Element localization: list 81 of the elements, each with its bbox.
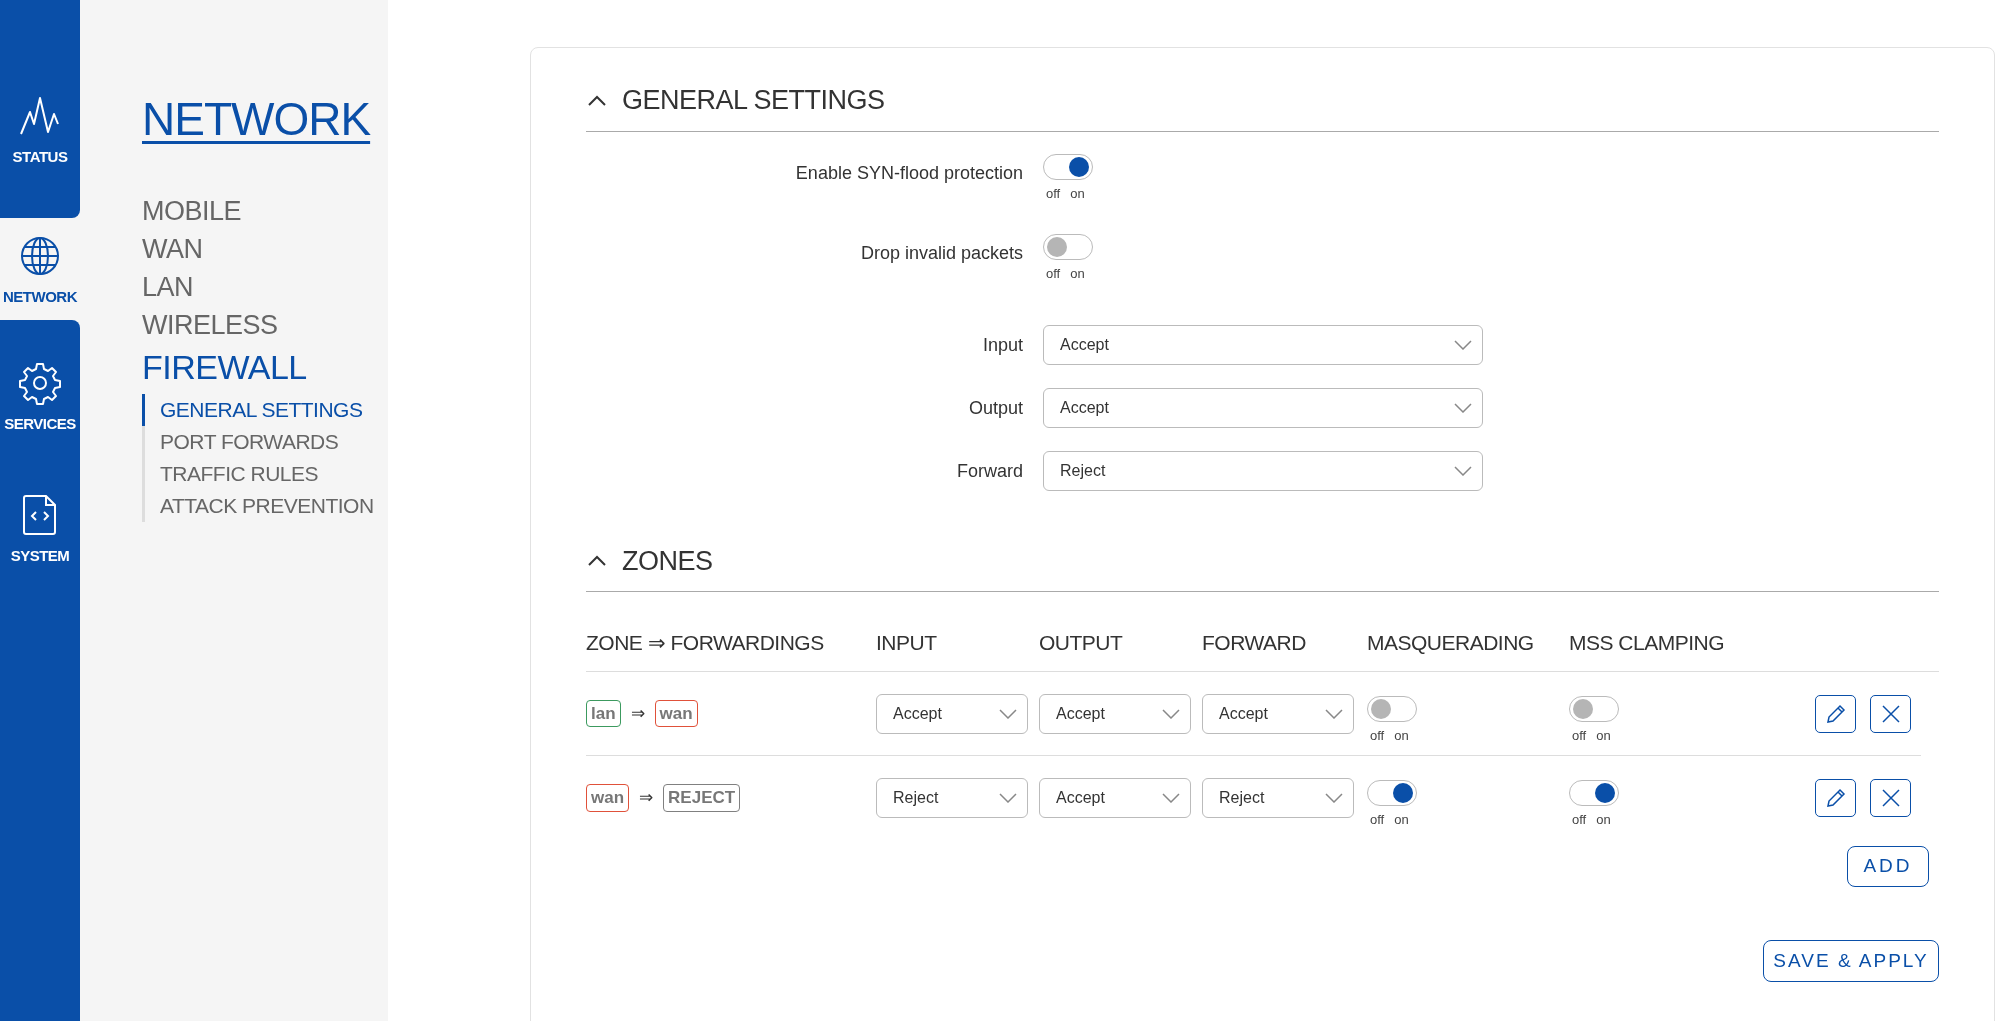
- chevron-down-icon: [999, 793, 1017, 803]
- chevron-down-icon: [1162, 793, 1180, 803]
- field-label: Output: [967, 396, 1024, 420]
- dropdown-select[interactable]: Accept: [1043, 325, 1483, 365]
- chevron-down-icon: [1325, 793, 1343, 803]
- section-title: ZONES: [622, 544, 713, 578]
- chevron-down-icon: [999, 708, 1017, 719]
- sidebar-subitem[interactable]: PORT FORWARDS: [142, 426, 388, 458]
- close-icon: [1880, 703, 1901, 724]
- off-label: off: [1046, 264, 1061, 283]
- off-label: off: [1046, 184, 1061, 203]
- toggle-switch[interactable]: [1569, 695, 1619, 722]
- chevron-down-icon: [1162, 708, 1180, 719]
- edit-button[interactable]: [1815, 694, 1856, 733]
- dropdown-select[interactable]: Accept: [1039, 778, 1191, 818]
- save-apply-button[interactable]: SAVE & APPLY: [1763, 940, 1939, 982]
- delete-button[interactable]: [1870, 779, 1911, 817]
- toggle-switch[interactable]: [1367, 780, 1417, 807]
- sidebar-item[interactable]: WAN: [142, 230, 388, 268]
- toggle-switch[interactable]: [1043, 233, 1093, 260]
- sidebar-item[interactable]: WIRELESS: [142, 306, 388, 344]
- toggle-switch[interactable]: [1569, 780, 1619, 807]
- pencil-icon: [1825, 788, 1846, 808]
- arrow-symbol: ⇒: [639, 787, 654, 810]
- on-label: on: [1070, 184, 1085, 203]
- chevron-up-icon[interactable]: [588, 555, 606, 567]
- delete-button[interactable]: [1870, 694, 1911, 733]
- chevron-down-icon: [1454, 340, 1472, 350]
- edit-button[interactable]: [1815, 779, 1856, 817]
- zone-tag: lan: [586, 699, 621, 728]
- column-header: OUTPUT: [1039, 629, 1124, 656]
- off-label: off: [1572, 811, 1587, 830]
- dropdown-select[interactable]: Accept: [1202, 693, 1354, 734]
- on-label: on: [1070, 264, 1085, 283]
- nav-rail-item[interactable]: STATUS: [0, 0, 80, 218]
- on-label: on: [1394, 811, 1409, 830]
- dropdown-select[interactable]: Accept: [1039, 693, 1191, 734]
- field-label: Enable SYN-flood protection: [794, 161, 1024, 185]
- nav-rail-item[interactable]: SERVICES: [0, 320, 80, 465]
- nav-rail-item[interactable]: SYSTEM: [0, 465, 80, 1021]
- chevron-down-icon: [1325, 708, 1343, 719]
- chevron-up-icon[interactable]: [588, 94, 606, 106]
- zone-tag: wan: [586, 784, 630, 812]
- sidebar-subitem[interactable]: GENERAL SETTINGS: [142, 394, 388, 426]
- dropdown-select[interactable]: Reject: [876, 778, 1028, 818]
- settings-icon: [18, 360, 62, 405]
- sidebar-item[interactable]: FIREWALL: [142, 344, 388, 390]
- chevron-down-icon: [1454, 403, 1472, 413]
- sidebar-item[interactable]: MOBILE: [142, 192, 388, 230]
- off-label: off: [1370, 726, 1385, 745]
- sidebar-subitem[interactable]: ATTACK PREVENTION: [142, 490, 388, 522]
- zone-tag: wan: [654, 699, 698, 728]
- chevron-down-icon: [1454, 466, 1472, 476]
- sidebar-item[interactable]: LAN: [142, 268, 388, 306]
- column-header: FORWARD: [1202, 629, 1307, 656]
- column-header: MASQUERADING: [1367, 629, 1535, 656]
- dropdown-select[interactable]: Reject: [1202, 778, 1354, 818]
- on-label: on: [1596, 811, 1611, 830]
- off-label: off: [1370, 811, 1385, 830]
- off-label: off: [1572, 726, 1587, 745]
- dropdown-select[interactable]: Accept: [876, 693, 1028, 734]
- section-title: GENERAL SETTINGS: [622, 84, 885, 117]
- column-header: MSS CLAMPING: [1569, 629, 1726, 656]
- zone-tag: REJECT: [663, 784, 741, 812]
- toggle-switch[interactable]: [1043, 153, 1093, 180]
- sidebar-subitem[interactable]: TRAFFIC RULES: [142, 458, 388, 490]
- toggle-switch[interactable]: [1367, 695, 1417, 722]
- close-icon: [1880, 788, 1901, 808]
- on-label: on: [1596, 726, 1611, 745]
- pencil-icon: [1825, 703, 1846, 724]
- column-header: INPUT: [876, 629, 938, 656]
- on-label: on: [1394, 726, 1409, 745]
- arrow-symbol: ⇒: [630, 702, 645, 725]
- add-button[interactable]: ADD: [1847, 846, 1929, 887]
- dropdown-select[interactable]: Accept: [1043, 388, 1483, 428]
- field-label: Forward: [956, 459, 1024, 483]
- page-title: NETWORK: [142, 92, 372, 147]
- field-label: Input: [981, 333, 1024, 357]
- column-header: ZONE ⇒ FORWARDINGS: [586, 629, 825, 656]
- field-label: Drop invalid packets: [859, 241, 1024, 265]
- dropdown-select[interactable]: Reject: [1043, 451, 1483, 491]
